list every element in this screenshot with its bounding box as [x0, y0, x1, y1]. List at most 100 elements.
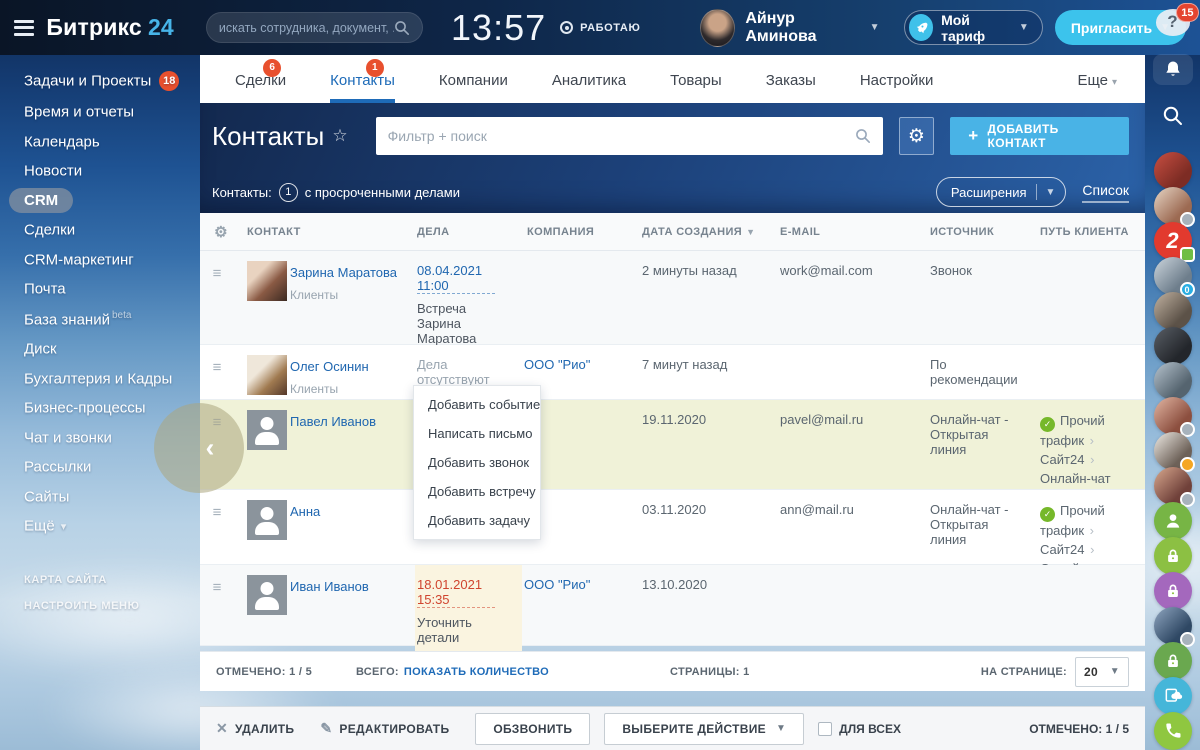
delete-button[interactable]: ✕УДАЛИТЬ [216, 720, 294, 737]
sidebar-item-sites[interactable]: Сайты [0, 482, 200, 512]
tab-deals[interactable]: Сделки6 [235, 55, 286, 103]
bell-icon[interactable] [1153, 54, 1193, 85]
table-row[interactable]: ≡Анна03.11.2020ann@mail.ruОнлайн-чат - О… [200, 490, 1145, 565]
activity-date-link[interactable]: 08.04.2021 11:00 [417, 263, 495, 294]
table-row[interactable]: ≡Иван Иванов18.01.2021 15:35Уточнить дет… [200, 565, 1145, 646]
context-menu-item[interactable]: Добавить встречу [414, 477, 540, 506]
overdue-count-badge[interactable]: 1 [279, 183, 298, 202]
contact-name-link[interactable]: Олег Осинин [290, 359, 369, 374]
sidebar-item-calendar[interactable]: Календарь [0, 127, 200, 157]
grid-settings-button[interactable]: ⚙ [899, 117, 935, 155]
employee-avatar[interactable]: 0 [1154, 257, 1192, 295]
bitrix24-logo[interactable]: Битрикс24 [46, 14, 174, 41]
filter-search-input[interactable] [388, 128, 855, 144]
bitrix24-counter[interactable]: 2 [1154, 222, 1192, 260]
devices-cloud[interactable] [1154, 677, 1192, 715]
group-person[interactable] [1154, 502, 1192, 540]
call-phone[interactable] [1154, 712, 1192, 750]
my-tariff-button[interactable]: Мой тариф ▼ [904, 10, 1043, 45]
sitemap-link[interactable]: КАРТА САЙТА [0, 567, 200, 593]
extensions-button[interactable]: Расширения ▼ [936, 177, 1067, 207]
context-menu-item[interactable]: Добавить задачу [414, 506, 540, 535]
column-header-5[interactable]: E-MAIL [778, 226, 928, 238]
context-menu-item[interactable]: Добавить звонок [414, 448, 540, 477]
context-menu-item[interactable]: Написать письмо [414, 419, 540, 448]
row-drag-handle[interactable]: ≡ [200, 251, 240, 354]
tab-analytics[interactable]: Аналитика [552, 55, 626, 103]
column-header-1[interactable]: КОНТАКТ [240, 226, 415, 238]
employee-avatar[interactable] [1154, 467, 1192, 505]
column-header-4[interactable]: ДАТА СОЗДАНИЯ▼ [630, 226, 778, 238]
company-link[interactable]: ООО "Рио" [524, 577, 590, 592]
employee-avatar[interactable] [1154, 187, 1192, 225]
employee-avatar[interactable] [1154, 362, 1192, 400]
employee-avatar[interactable] [1154, 432, 1192, 470]
row-drag-handle[interactable]: ≡ [200, 345, 240, 404]
company-link[interactable]: ООО "Рио" [524, 357, 590, 372]
search-icon[interactable] [1153, 101, 1193, 132]
employee-avatar[interactable] [1154, 397, 1192, 435]
sidebar-item-time-reports[interactable]: Время и отчеты [0, 97, 200, 127]
employee-avatar[interactable] [1154, 327, 1192, 365]
tab-more[interactable]: Еще▾ [1077, 55, 1117, 103]
sidebar-item-tasks[interactable]: Задачи и Проекты18 [0, 65, 200, 97]
sidebar-item-news[interactable]: Новости [0, 156, 200, 186]
sidebar-item-crm[interactable]: CRM [0, 186, 200, 216]
column-header-3[interactable]: КОМПАНИЯ [522, 226, 630, 238]
tab-orders[interactable]: Заказы [766, 55, 816, 103]
view-list-switcher[interactable]: Список [1082, 182, 1129, 203]
tab-contacts[interactable]: Контакты1 [330, 55, 395, 103]
hamburger-menu-icon[interactable] [14, 20, 34, 36]
private-group-lock[interactable] [1154, 642, 1192, 680]
column-header-7[interactable]: ПУТЬ КЛИЕНТА [1038, 226, 1145, 238]
favorite-star-icon[interactable]: ☆ [332, 126, 347, 146]
grid-header-gear-icon[interactable]: ⚙ [200, 223, 240, 241]
private-group-lock[interactable] [1154, 572, 1192, 610]
client-path-step[interactable]: Сайт24 [1040, 452, 1084, 467]
add-contact-button[interactable]: + ДОБАВИТЬ КОНТАКТ [950, 117, 1129, 155]
table-row[interactable]: ≡Зарина МаратоваКлиенты08.04.2021 11:00В… [200, 251, 1145, 345]
sidebar-item-deals[interactable]: Сделки [0, 215, 200, 245]
work-clock[interactable]: 13:57 [451, 7, 546, 49]
employee-avatar[interactable] [1154, 152, 1192, 190]
for-all-checkbox[interactable]: ДЛЯ ВСЕХ [818, 722, 901, 736]
work-status[interactable]: РАБОТАЮ [560, 21, 640, 34]
contact-name-link[interactable]: Зарина Маратова [290, 265, 397, 280]
contact-name-link[interactable]: Павел Иванов [290, 414, 376, 429]
filter-search[interactable] [376, 117, 883, 155]
table-row[interactable]: ≡Олег ОсининКлиентыДела отсутствуютООО "… [200, 345, 1145, 400]
table-row[interactable]: ≡Павел Иванов19.11.2020pavel@mail.ruОнла… [200, 400, 1145, 490]
sidebar-item-more[interactable]: Ещё▾ [0, 511, 200, 541]
sidebar-item-mail[interactable]: Почта [0, 274, 200, 304]
column-header-6[interactable]: ИСТОЧНИК [928, 226, 1038, 238]
activity-date-link[interactable]: 18.01.2021 15:35 [417, 577, 495, 608]
sidebar-item-accounting-hr[interactable]: Бухгалтерия и Кадры [0, 364, 200, 394]
global-search[interactable] [206, 12, 423, 43]
user-menu[interactable]: Айнур Аминова ▼ [700, 9, 879, 47]
per-page-select[interactable]: 20 ▼ [1075, 657, 1129, 687]
tab-companies[interactable]: Компании [439, 55, 508, 103]
tab-settings[interactable]: Настройки [860, 55, 934, 103]
contact-name-link[interactable]: Иван Иванов [290, 579, 369, 594]
row-drag-handle[interactable]: ≡ [200, 565, 240, 653]
employee-avatar[interactable] [1154, 292, 1192, 330]
edit-button[interactable]: ✎РЕДАКТИРОВАТЬ [320, 720, 449, 737]
tab-products[interactable]: Товары [670, 55, 722, 103]
employee-avatar[interactable] [1154, 607, 1192, 645]
client-path-step[interactable]: Онлайн-чат [1040, 471, 1111, 486]
customize-menu-link[interactable]: НАСТРОИТЬ МЕНЮ [0, 593, 200, 619]
context-menu-item[interactable]: Добавить событие [414, 390, 540, 419]
help-button[interactable]: ? 15 [1156, 9, 1190, 36]
private-group-lock[interactable] [1154, 537, 1192, 575]
sidebar-item-disk[interactable]: Диск [0, 334, 200, 364]
choose-action-dropdown[interactable]: ВЫБЕРИТЕ ДЕЙСТВИЕ▼ [604, 713, 804, 745]
checkbox-icon[interactable] [818, 722, 832, 736]
call-button[interactable]: ОБЗВОНИТЬ [475, 713, 590, 745]
client-path-step[interactable]: Сайт24 [1040, 542, 1084, 557]
sidebar-item-knowledge-base[interactable]: База знанийbeta [0, 304, 200, 335]
contact-name-link[interactable]: Анна [290, 504, 320, 519]
sidebar-item-crm-marketing[interactable]: CRM-маркетинг [0, 245, 200, 275]
global-search-input[interactable] [219, 21, 394, 35]
collapse-sidebar-button[interactable]: ‹ [154, 403, 244, 493]
column-header-2[interactable]: ДЕЛА [415, 226, 522, 238]
